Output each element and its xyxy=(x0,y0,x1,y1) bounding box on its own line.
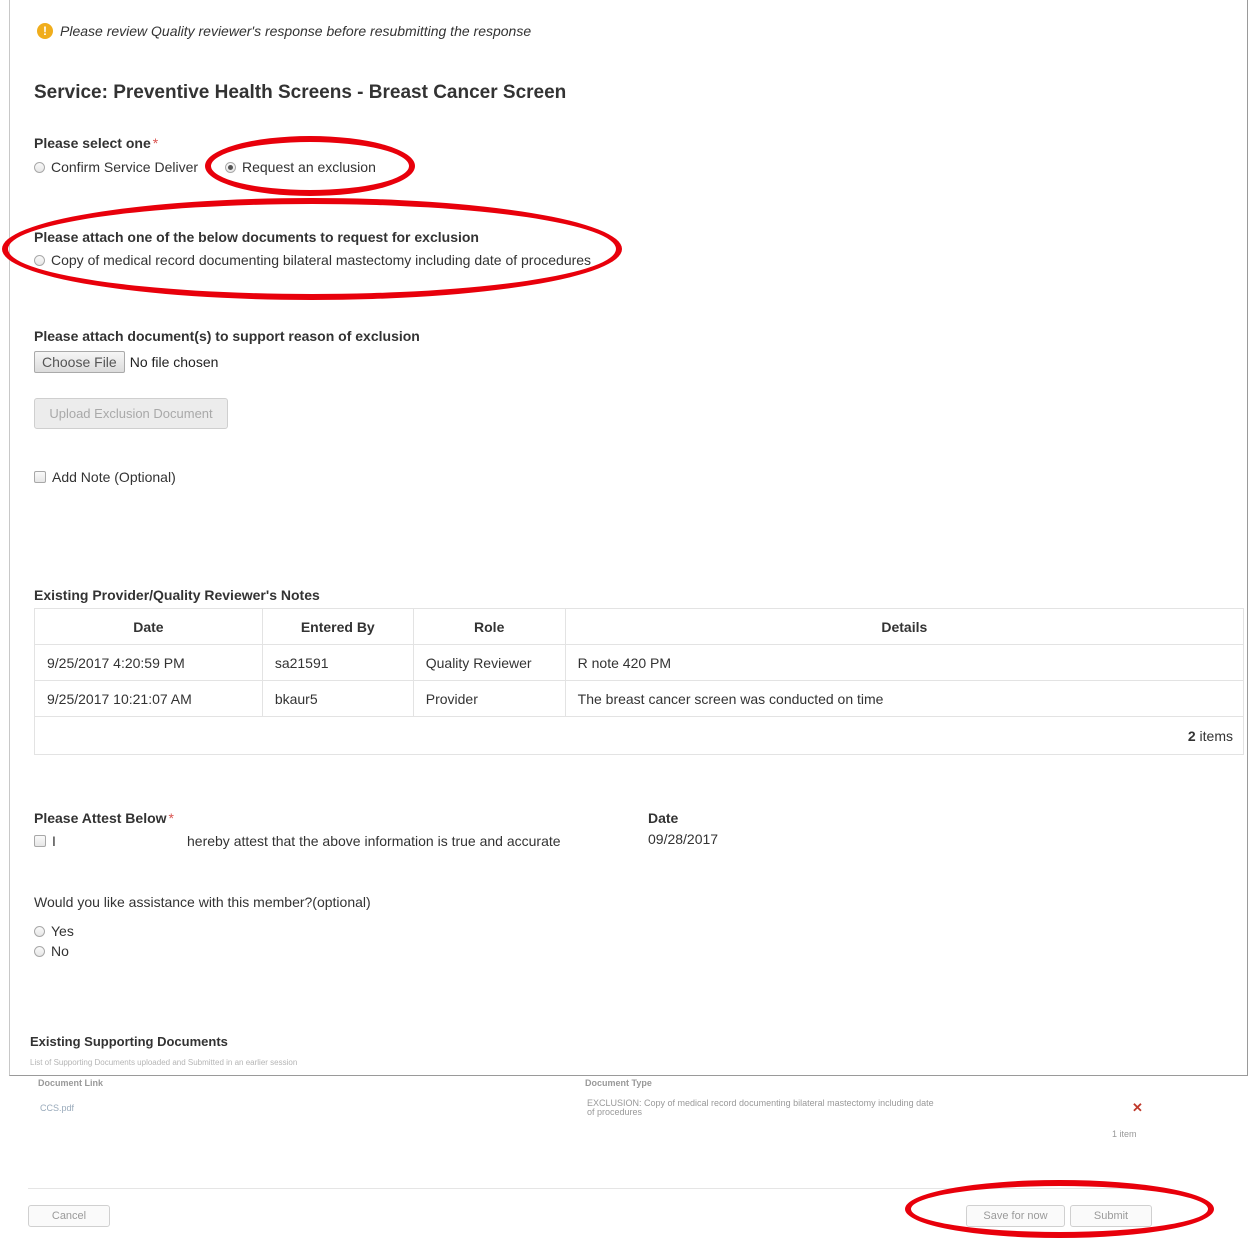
required-mark: * xyxy=(168,810,174,826)
attach-docs-label: Please attach one of the below documents… xyxy=(34,229,479,245)
required-mark: * xyxy=(152,135,159,151)
checkbox[interactable] xyxy=(34,835,46,847)
items-count: 2 items xyxy=(34,716,1244,755)
supporting-docs-title: Existing Supporting Documents xyxy=(30,1034,228,1049)
table-cell: Quality Reviewer xyxy=(412,644,566,681)
radio-assist-yes[interactable]: Yes xyxy=(34,923,74,939)
column-header: Document Link xyxy=(38,1078,104,1088)
column-header[interactable]: Role xyxy=(412,608,566,645)
table-cell: sa21591 xyxy=(261,644,414,681)
attest-text: hereby attest that the above information… xyxy=(187,833,561,849)
table-row: 9/25/2017 10:21:07 AM bkaur5 Provider Th… xyxy=(34,680,1245,717)
column-header: Document Type xyxy=(585,1078,652,1088)
radio-label: Copy of medical record documenting bilat… xyxy=(51,252,592,268)
table-row: 9/25/2017 4:20:59 PM sa21591 Quality Rev… xyxy=(34,644,1245,681)
column-header[interactable]: Date xyxy=(34,608,263,645)
radio-button[interactable] xyxy=(34,161,45,173)
add-note-label: Add Note (Optional) xyxy=(52,469,176,485)
date-label: Date xyxy=(648,810,679,826)
radio-assist-no[interactable]: No xyxy=(34,943,69,959)
column-header[interactable]: Entered By xyxy=(261,608,414,645)
date-value: 09/28/2017 xyxy=(648,831,719,847)
table-cell: R note 420 PM xyxy=(564,644,1245,681)
table-cell: Provider xyxy=(412,680,566,717)
document-link[interactable]: CCS.pdf xyxy=(40,1103,74,1113)
radio-request-exclusion[interactable]: Request an exclusion xyxy=(225,159,376,175)
select-one-label: Please select one * xyxy=(34,135,159,151)
radio-label: Request an exclusion xyxy=(242,159,376,175)
warning-text: Please review Quality reviewer's respons… xyxy=(60,23,532,39)
table-cell: bkaur5 xyxy=(261,680,414,717)
radio-button[interactable] xyxy=(34,925,45,937)
column-header[interactable]: Details xyxy=(564,608,1245,645)
supporting-docs-subtitle: List of Supporting Documents uploaded an… xyxy=(30,1058,298,1067)
document-type: EXCLUSION: Copy of medical record docume… xyxy=(587,1098,934,1117)
radio-button[interactable] xyxy=(225,161,236,173)
add-note-checkbox[interactable]: Add Note (Optional) xyxy=(34,469,176,485)
choose-file-button[interactable]: Choose File xyxy=(34,351,125,373)
radio-confirm-service[interactable]: Confirm Service Deliver xyxy=(34,159,198,175)
table-header-row: Date Entered By Role Details xyxy=(34,608,1245,645)
table-cell: 9/25/2017 4:20:59 PM xyxy=(34,644,263,681)
file-input[interactable]: Choose File No file chosen xyxy=(34,351,218,373)
table-footer-row: 2 items xyxy=(34,716,1244,755)
notes-table: Date Entered By Role Details 9/25/2017 4… xyxy=(34,608,1245,755)
service-title: Service: Preventive Health Screens - Bre… xyxy=(34,82,567,103)
radio-label: Confirm Service Deliver xyxy=(51,159,199,175)
warning-message: ! Please review Quality reviewer's respo… xyxy=(37,23,531,39)
submit-button[interactable]: Submit xyxy=(1070,1205,1152,1227)
supporting-items-count: 1 item xyxy=(1112,1129,1137,1139)
cancel-button[interactable]: Cancel xyxy=(28,1205,110,1227)
radio-button[interactable] xyxy=(34,254,45,266)
file-status: No file chosen xyxy=(129,354,219,370)
radio-button[interactable] xyxy=(34,945,45,957)
attest-prefix: I xyxy=(52,833,56,849)
close-icon[interactable]: ✕ xyxy=(1132,1100,1143,1116)
save-for-now-button[interactable]: Save for now xyxy=(966,1205,1065,1227)
assist-question: Would you like assistance with this memb… xyxy=(34,894,371,910)
divider xyxy=(28,1188,1160,1189)
attest-label: Please Attest Below * xyxy=(34,810,174,826)
radio-mastectomy-record[interactable]: Copy of medical record documenting bilat… xyxy=(34,252,591,268)
notes-title: Existing Provider/Quality Reviewer's Not… xyxy=(34,587,320,603)
table-cell: The breast cancer screen was conducted o… xyxy=(564,680,1245,717)
attest-checkbox[interactable]: I xyxy=(34,833,56,849)
exclamation-circle-icon: ! xyxy=(37,23,53,39)
radio-label: No xyxy=(51,943,69,959)
radio-label: Yes xyxy=(51,923,74,939)
checkbox[interactable] xyxy=(34,471,46,483)
support-docs-label: Please attach document(s) to support rea… xyxy=(34,328,420,344)
upload-exclusion-button[interactable]: Upload Exclusion Document xyxy=(34,398,228,429)
table-cell: 9/25/2017 10:21:07 AM xyxy=(34,680,263,717)
